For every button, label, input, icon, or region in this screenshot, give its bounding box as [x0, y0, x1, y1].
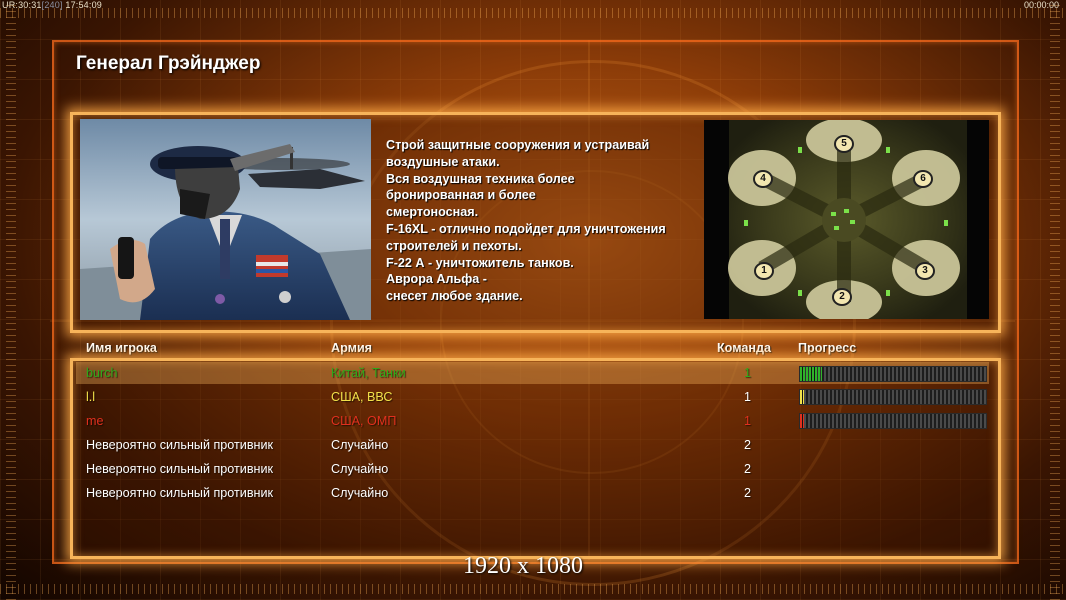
debug-readout: UR:30:31[240] 17:54:09 [2, 0, 102, 10]
description-line: Строй защитные сооружения и устраивай [386, 138, 650, 152]
general-portrait-art [80, 119, 371, 320]
description-line: строителей и пехоты. [386, 238, 522, 253]
column-header-army: Армия [331, 341, 373, 355]
player-team: 1 [744, 366, 752, 380]
map-start-position[interactable]: 2 [832, 288, 852, 306]
map-start-position[interactable]: 6 [913, 170, 933, 188]
player-progress-fill [800, 390, 804, 404]
description-line: смертоносная. [386, 205, 479, 220]
player-progress-fill [800, 414, 804, 428]
player-team: 1 [744, 390, 752, 404]
player-army: США, ВВС [331, 390, 393, 404]
map-start-position[interactable]: 3 [915, 262, 935, 280]
debug-readout-bracket: [240] [41, 0, 63, 10]
player-name: l.l [86, 390, 96, 404]
player-army: Китай, Танки [331, 366, 406, 380]
column-header-progress: Прогресс [798, 341, 857, 355]
hud-ticks-top [0, 8, 1066, 18]
debug-readout-time: 17:54:09 [65, 0, 102, 10]
map-start-position[interactable]: 1 [754, 262, 774, 280]
player-name: Невероятно сильный противник [86, 462, 274, 476]
player-team: 2 [744, 438, 752, 452]
general-description: Строй защитные сооружения и устраивай во… [386, 137, 701, 305]
player-progress-fill [800, 367, 823, 381]
map-start-position[interactable]: 4 [753, 170, 773, 188]
description-line: F-16XL - отлично подойдет для уничтожени… [386, 221, 666, 236]
general-portrait-image [80, 119, 371, 320]
game-timer: 00:00:00 [1024, 0, 1060, 10]
description-line: Вся воздушная техника более [386, 171, 575, 186]
player-progress-bar [799, 366, 987, 382]
player-name: me [86, 414, 104, 428]
map-start-position[interactable]: 5 [834, 135, 854, 153]
general-title: Генерал Грэйнджер [76, 53, 261, 74]
player-name: Невероятно сильный противник [86, 438, 274, 452]
player-team: 2 [744, 462, 752, 476]
description-line: бронированная и более [386, 188, 536, 203]
hud-ticks-bottom [0, 584, 1066, 594]
description-line: снесет любое здание. [386, 289, 523, 304]
description-line: F-22 А - уничтожитель танков. [386, 255, 574, 270]
player-army: США, ОМП [331, 414, 397, 428]
resolution-watermark: 1920 x 1080 [463, 553, 583, 579]
hud-ticks-left [6, 0, 16, 600]
column-header-team: Команда [717, 341, 771, 355]
player-team: 2 [744, 486, 752, 500]
description-line: Аврора Альфа - [386, 272, 487, 287]
player-army: Случайно [331, 438, 389, 452]
column-header-player: Имя игрока [86, 341, 157, 355]
player-name: Невероятно сильный противник [86, 486, 274, 500]
player-name: burch [86, 366, 118, 380]
debug-readout-prefix: UR:30:31 [2, 0, 42, 10]
player-progress-bar [799, 413, 987, 429]
map-preview[interactable]: 5 4 6 1 3 2 [704, 120, 989, 319]
player-team: 1 [744, 414, 752, 428]
player-army: Случайно [331, 486, 389, 500]
description-line: воздушные атаки. [386, 154, 500, 169]
player-army: Случайно [331, 462, 389, 476]
player-progress-bar [799, 389, 987, 405]
hud-ticks-right [1050, 0, 1060, 600]
